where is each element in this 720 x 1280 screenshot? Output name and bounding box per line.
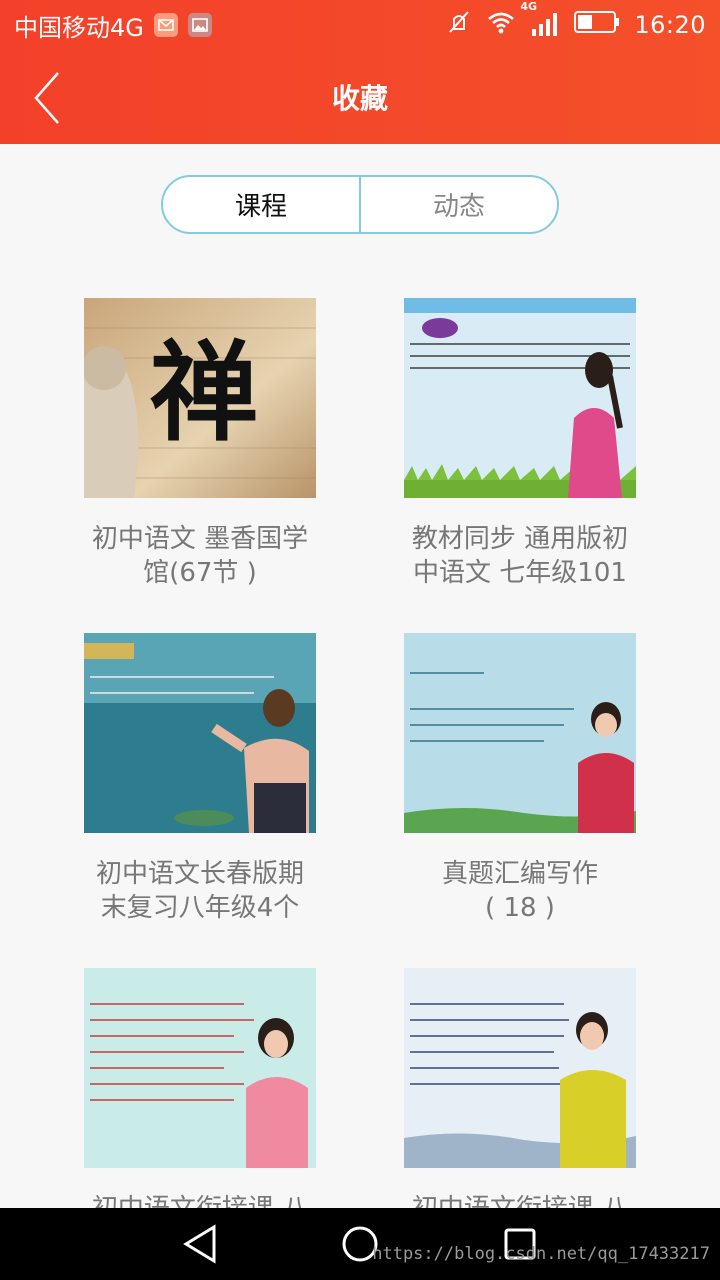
course-thumbnail	[404, 633, 636, 833]
tab-courses[interactable]: 课程	[163, 177, 359, 232]
course-card[interactable]: 初中语文衔接课 八	[84, 968, 316, 1208]
course-thumbnail	[84, 968, 316, 1168]
svg-text:禅: 禅	[150, 330, 258, 456]
course-title: 初中语文衔接课 八	[80, 1192, 320, 1208]
tab-switcher: 课程 动态	[161, 175, 559, 234]
course-thumbnail: 禅	[84, 298, 316, 498]
course-card[interactable]: 初中语文衔接课 八	[404, 968, 636, 1208]
network-badge: 4G	[520, 0, 538, 13]
image-notification-icon	[187, 13, 212, 37]
wifi-icon	[486, 10, 516, 40]
watermark-text: https://blog.csdn.net/qq_17433217	[372, 1244, 710, 1264]
carrier-label: 中国移动4G	[14, 13, 144, 42]
mail-notification-icon	[153, 13, 178, 37]
course-thumbnail	[84, 633, 316, 833]
course-card[interactable]: 禅 初中语文 墨香国学 馆(67节 )	[84, 298, 316, 590]
course-title: 初中语文 墨香国学 馆(67节 )	[91, 524, 309, 588]
back-triangle-icon	[183, 1224, 216, 1264]
tab-activity[interactable]: 动态	[359, 177, 557, 232]
app-header: 收藏	[0, 50, 720, 144]
chevron-left-icon	[34, 72, 59, 124]
course-card[interactable]: 初中语文长春版期 末复习八年级4个	[84, 633, 316, 925]
course-card[interactable]: 教材同步 通用版初 中语文 七年级101	[404, 298, 636, 590]
page-title: 收藏	[331, 82, 388, 115]
status-bar: 中国移动4G 4G 16:20	[0, 0, 720, 50]
course-grid: 禅 初中语文 墨香国学 馆(67节 ) 教材同步 通用版初 中语文 七年级101…	[0, 298, 720, 1208]
course-title: 教材同步 通用版初 中语文 七年级101	[411, 524, 629, 588]
course-title: 初中语文衔接课 八	[400, 1192, 640, 1208]
course-title: 真题汇编写作 ( 18 )	[441, 859, 598, 923]
course-title: 初中语文长春版期 末复习八年级4个	[95, 859, 304, 923]
course-thumbnail	[404, 298, 636, 498]
course-thumbnail	[404, 968, 636, 1168]
battery-icon	[574, 10, 620, 40]
back-button[interactable]	[22, 68, 72, 128]
mute-icon	[446, 9, 472, 41]
course-card[interactable]: 真题汇编写作 ( 18 )	[404, 633, 636, 925]
nav-back-button[interactable]	[180, 1224, 220, 1264]
signal-icon: 4G	[520, 0, 560, 38]
clock: 16:20	[634, 11, 706, 39]
